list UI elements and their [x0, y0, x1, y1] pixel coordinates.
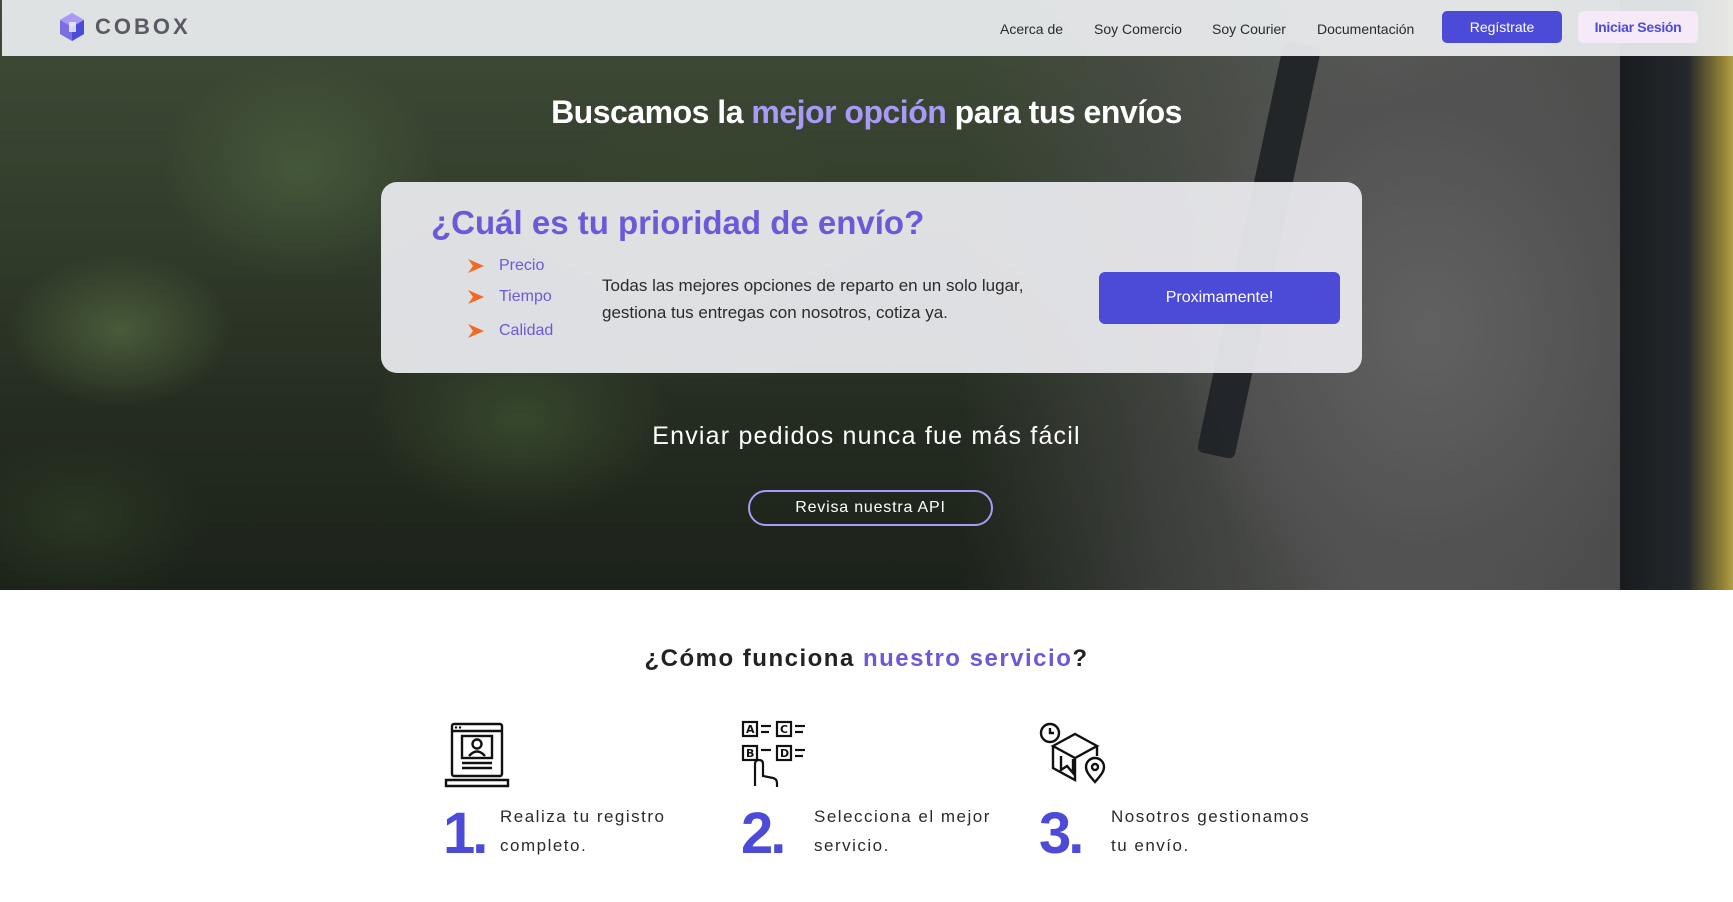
login-button[interactable]: Iniciar Sesión: [1578, 11, 1698, 43]
nav-link-courier[interactable]: Soy Courier: [1212, 21, 1286, 37]
hero-section: Buscamos la mejor opción para tus envíos…: [0, 0, 1733, 590]
priority-item-quality: Calidad: [467, 322, 553, 340]
laptop-profile-icon: [444, 722, 510, 788]
arrow-icon: [468, 259, 484, 273]
step-number: 3.: [1039, 801, 1084, 866]
step-text: Nosotros gestionamos tu envío.: [1111, 807, 1311, 855]
top-nav: COBOX Acerca de Soy Comercio Soy Courier…: [2, 0, 1733, 56]
arrow-icon: [468, 290, 484, 304]
brand-logo[interactable]: COBOX: [57, 12, 191, 42]
cube-logo-icon: [60, 13, 84, 41]
priority-card-description: Todas las mejores opciones de reparto en…: [602, 276, 1024, 322]
priority-item-price: Precio: [467, 257, 544, 275]
api-button[interactable]: Revisa nuestra API: [748, 490, 993, 526]
select-options-icon: A C B D: [741, 720, 805, 787]
step-1: 1. Realiza tu registro completo.: [443, 720, 743, 870]
hero-title: Buscamos la mejor opción para tus envíos: [551, 94, 1182, 130]
priority-card: ¿Cuál es tu prioridad de envío? Precio T…: [381, 182, 1362, 373]
svg-text:D: D: [780, 747, 789, 760]
nav-link-merchant[interactable]: Soy Comercio: [1094, 21, 1182, 37]
step-number: 1.: [443, 801, 488, 866]
priority-card-title: ¿Cuál es tu prioridad de envío?: [431, 204, 925, 241]
priority-item-time: Tiempo: [467, 288, 552, 306]
nav-link-docs[interactable]: Documentación: [1317, 21, 1414, 37]
nav-link-about[interactable]: Acerca de: [1000, 21, 1063, 37]
how-it-works-title: ¿Cómo funciona nuestro servicio?: [644, 645, 1089, 672]
register-button[interactable]: Regístrate: [1442, 11, 1562, 43]
arrow-icon: [468, 324, 484, 338]
step-3: 3. Nosotros gestionamos tu envío.: [1039, 720, 1339, 870]
svg-text:A: A: [746, 723, 755, 736]
step-2: A C B D 2. Selecciona el mejor servicio.: [741, 720, 1041, 870]
svg-text:B: B: [746, 747, 754, 760]
svg-text:C: C: [780, 723, 788, 736]
delivery-box-icon: [1039, 722, 1106, 784]
step-text: Realiza tu registro completo.: [500, 807, 666, 855]
step-number: 2.: [741, 801, 786, 866]
brand-name: COBOX: [95, 14, 191, 39]
coming-soon-button[interactable]: Proximamente!: [1099, 272, 1340, 324]
step-text: Selecciona el mejor servicio.: [814, 807, 991, 855]
hero-subtitle: Enviar pedidos nunca fue más fácil: [652, 422, 1081, 450]
